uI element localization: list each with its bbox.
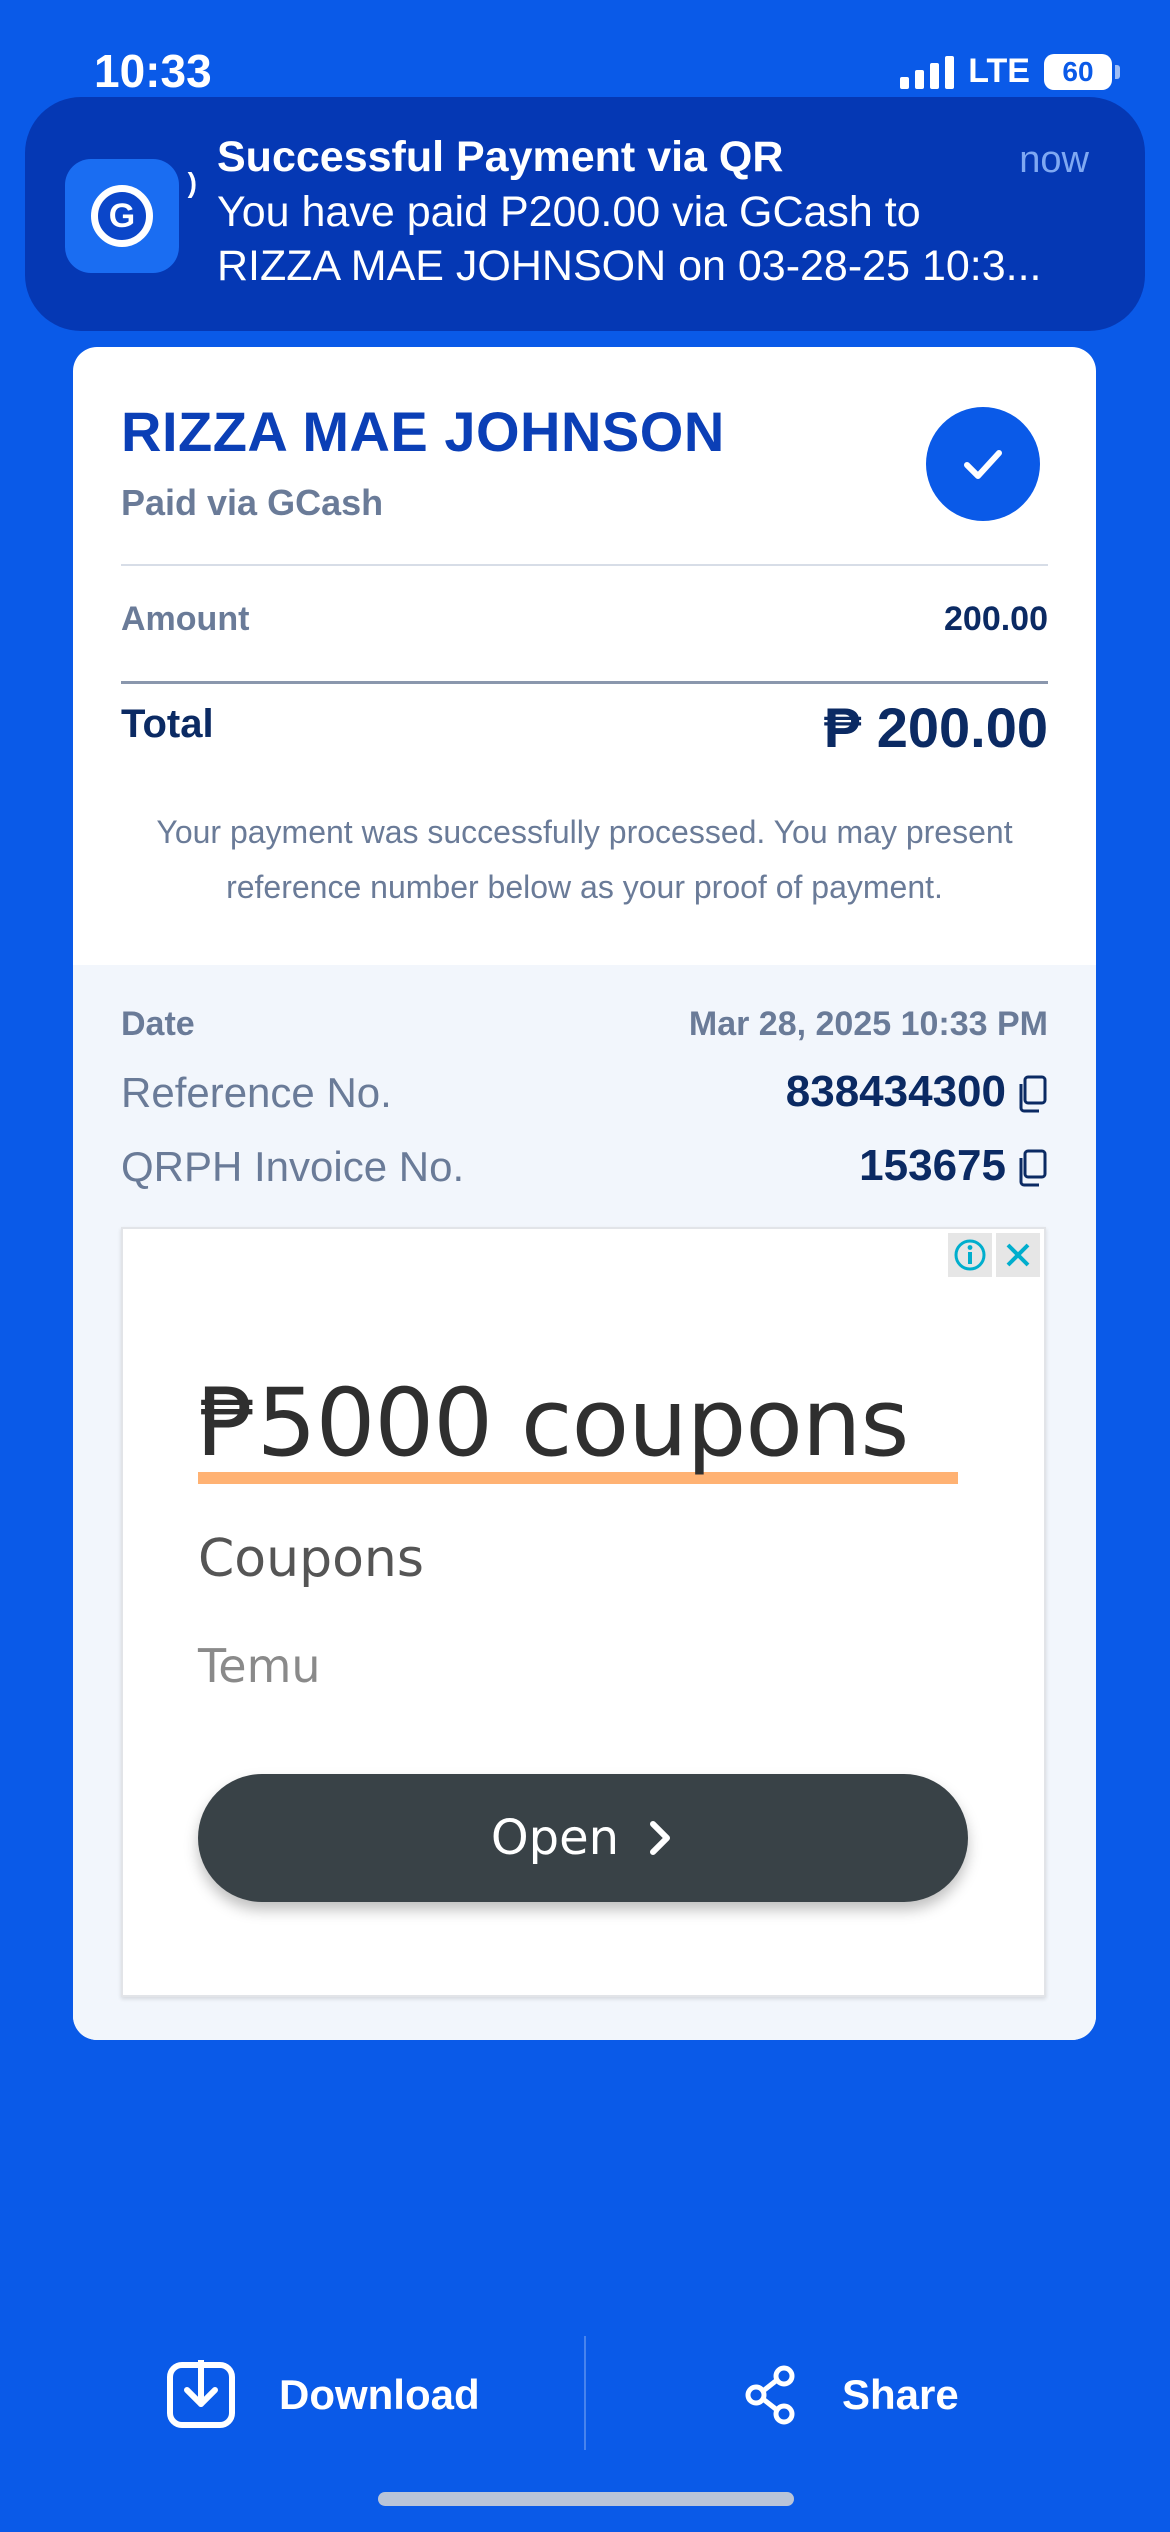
ad-controls — [948, 1233, 1040, 1277]
divider — [121, 564, 1048, 566]
battery-level: 60 — [1044, 53, 1112, 90]
download-button[interactable]: Download — [165, 2340, 480, 2450]
notification-banner[interactable]: G ) Successful Payment via QR now You ha… — [25, 97, 1145, 331]
ad-close-icon[interactable] — [996, 1233, 1040, 1277]
download-icon — [167, 2360, 235, 2428]
amount-value: 200.00 — [944, 600, 1048, 638]
download-label: Download — [279, 2371, 480, 2418]
notification-body-line: You have paid P200.00 via GCash to — [217, 188, 921, 236]
divider — [584, 2336, 586, 2450]
gcash-logo-icon: G ) — [65, 159, 197, 273]
reference-value: 838434300 — [785, 1067, 1006, 1116]
status-time: 10:33 — [94, 45, 212, 97]
total-value: ₱ 200.00 — [823, 696, 1048, 759]
invoice-value: 153675 — [859, 1141, 1006, 1190]
copy-icon[interactable] — [1018, 1148, 1048, 1187]
confirmation-note: Your payment was successfully processed.… — [156, 814, 1013, 905]
notification-title: Successful Payment via QR — [217, 133, 784, 181]
receipt-card: RIZZA MAE JOHNSON Paid via GCash Amount … — [73, 347, 1096, 2040]
copy-icon[interactable] — [1018, 1074, 1048, 1113]
ad-info-icon[interactable] — [948, 1233, 992, 1277]
chevron-right-icon — [650, 1821, 671, 1855]
amount-label: Amount — [121, 600, 250, 638]
share-label: Share — [842, 2371, 959, 2418]
notification-time: now — [1019, 139, 1089, 181]
ad-open-label: Open — [490, 1810, 620, 1866]
payment-method: Paid via GCash — [121, 482, 384, 523]
check-icon — [926, 407, 1040, 521]
ad-banner[interactable]: ₱5000 coupons Coupons Temu Open — [121, 1227, 1046, 1997]
notification-body: You have paid P200.00 via GCash to RIZZA… — [217, 185, 1117, 293]
ad-headline: ₱5000 coupons — [198, 1369, 909, 1478]
invoice-row: 153675 — [859, 1141, 1048, 1191]
bottom-action-bar: Download Share — [0, 2336, 1170, 2450]
status-indicators: LTE 60 — [900, 52, 1120, 91]
ad-brand: Temu — [198, 1639, 321, 1693]
total-label: Total — [121, 702, 214, 746]
ad-subtitle: Coupons — [198, 1529, 424, 1589]
notification-body-line: RIZZA MAE JOHNSON on 03-28-25 10:3... — [217, 242, 1042, 290]
reference-row: 838434300 — [786, 1067, 1048, 1117]
date-label: Date — [121, 1005, 195, 1043]
status-bar: 10:33 LTE 60 — [0, 0, 1170, 110]
home-indicator[interactable] — [378, 2492, 794, 2506]
merchant-name: RIZZA MAE JOHNSON — [121, 400, 725, 463]
reference-label: Reference No. — [121, 1069, 392, 1116]
divider — [121, 681, 1048, 684]
invoice-label: QRPH Invoice No. — [121, 1143, 465, 1190]
date-value: Mar 28, 2025 10:33 PM — [688, 1005, 1048, 1043]
share-button[interactable]: Share — [744, 2340, 959, 2450]
signal-strength-icon — [900, 55, 955, 89]
network-type: LTE — [968, 52, 1030, 90]
share-icon — [745, 2365, 795, 2425]
ad-open-button[interactable]: Open — [198, 1774, 968, 1902]
battery-icon: 60 — [1044, 53, 1120, 90]
